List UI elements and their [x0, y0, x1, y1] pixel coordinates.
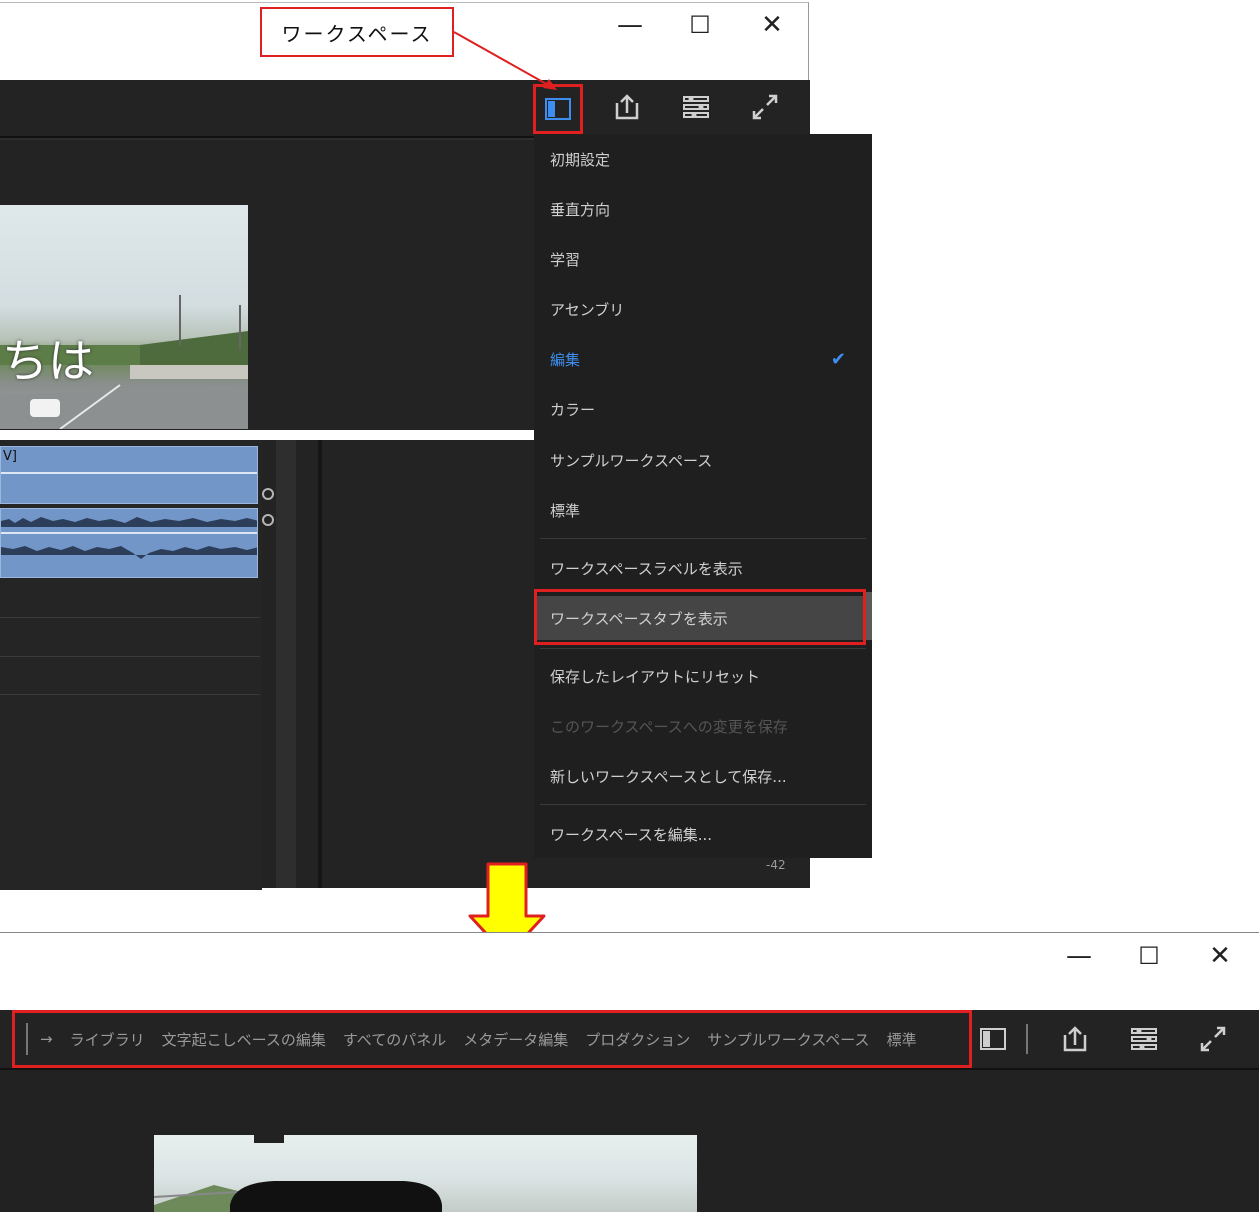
checkmark-icon: ✔: [830, 348, 846, 370]
close-button[interactable]: ✕: [752, 5, 792, 45]
share-icon[interactable]: [1052, 1016, 1098, 1062]
video-clip[interactable]: V]: [0, 446, 258, 504]
track-separator: [0, 656, 260, 657]
close-button[interactable]: ✕: [1200, 936, 1240, 976]
fullscreen-icon[interactable]: [1190, 1016, 1236, 1062]
panel-menu-icon[interactable]: [673, 84, 719, 130]
program-monitor-preview-after: [154, 1135, 697, 1212]
share-icon-glyph: [615, 94, 639, 120]
menu-item-editing[interactable]: 編集 ✔: [534, 339, 870, 379]
menu-item-vertical[interactable]: 垂直方向: [534, 189, 870, 229]
clip-label: V]: [3, 449, 17, 464]
panel-menu-icon-glyph: [1131, 1028, 1157, 1050]
maximize-button[interactable]: ☐: [1129, 936, 1169, 976]
menu-item-save-changes: このワークスペースへの変更を保存: [550, 717, 788, 736]
clip-line: [1, 472, 257, 474]
workspace-tabs-highlight: [12, 1010, 972, 1068]
menu-item-standard[interactable]: 標準: [534, 490, 870, 530]
menu-item-learning[interactable]: 学習: [534, 239, 870, 279]
preview-scene-after: [154, 1135, 442, 1212]
menu-item-editing-label: 編集: [550, 350, 581, 369]
toolbar-divider: [1026, 1024, 1028, 1054]
fullscreen-icon-glyph: [752, 94, 778, 120]
panel-menu-icon-glyph: [683, 96, 709, 118]
workspace-icon[interactable]: [970, 1016, 1016, 1062]
menu-separator: [540, 538, 866, 539]
minimize-button[interactable]: —: [610, 5, 650, 45]
menu-item-show-workspace-labels[interactable]: ワークスペースラベルを表示: [534, 548, 870, 588]
maximize-button[interactable]: ☐: [680, 5, 720, 45]
panel-divider: [318, 440, 322, 888]
panel-menu-icon[interactable]: [1121, 1016, 1167, 1062]
preview-scene: [0, 295, 248, 429]
workspace-menu: 初期設定 垂直方向 学習 アセンブリ 編集 ✔ カラー サンプルワークスペース …: [534, 134, 872, 858]
timeline-scrollbar[interactable]: [276, 440, 296, 888]
workspace-icon-glyph: [980, 1028, 1006, 1050]
track-separator: [0, 694, 260, 695]
share-icon[interactable]: [604, 84, 650, 130]
preview-caption-text: ちは: [2, 334, 94, 388]
share-icon-glyph: [1063, 1026, 1087, 1052]
menu-item-sample-workspace[interactable]: サンプルワークスペース: [534, 440, 870, 480]
menu-item-assembly[interactable]: アセンブリ: [534, 289, 870, 329]
menu-item-default[interactable]: 初期設定: [534, 139, 870, 179]
program-monitor-preview: ちは: [0, 205, 248, 429]
menu-separator: [540, 804, 866, 805]
audio-meter-label: -42: [766, 858, 786, 872]
fullscreen-icon-glyph: [1200, 1026, 1226, 1052]
track-keyframe-handle[interactable]: [262, 488, 274, 500]
menu-item-edit-workspaces[interactable]: ワークスペースを編集...: [534, 814, 870, 854]
menu-item-reset-layout[interactable]: 保存したレイアウトにリセット: [534, 656, 870, 696]
fullscreen-icon[interactable]: [742, 84, 788, 130]
track-separator: [0, 617, 260, 618]
callout-leader-line: [453, 31, 557, 90]
menu-separator: [540, 648, 866, 649]
panel-divider: [0, 138, 536, 140]
menu-scrollbar[interactable]: [866, 592, 872, 640]
workspace-icon-glyph: [545, 98, 571, 120]
menu-item-save-as-new[interactable]: 新しいワークスペースとして保存...: [534, 756, 870, 796]
show-tabs-highlight: [534, 589, 866, 645]
audio-clip[interactable]: [0, 508, 258, 578]
track-keyframe-handle[interactable]: [262, 514, 274, 526]
menu-item-color[interactable]: カラー: [534, 389, 870, 429]
minimize-button[interactable]: —: [1059, 936, 1099, 976]
audio-waveform: [1, 517, 257, 559]
